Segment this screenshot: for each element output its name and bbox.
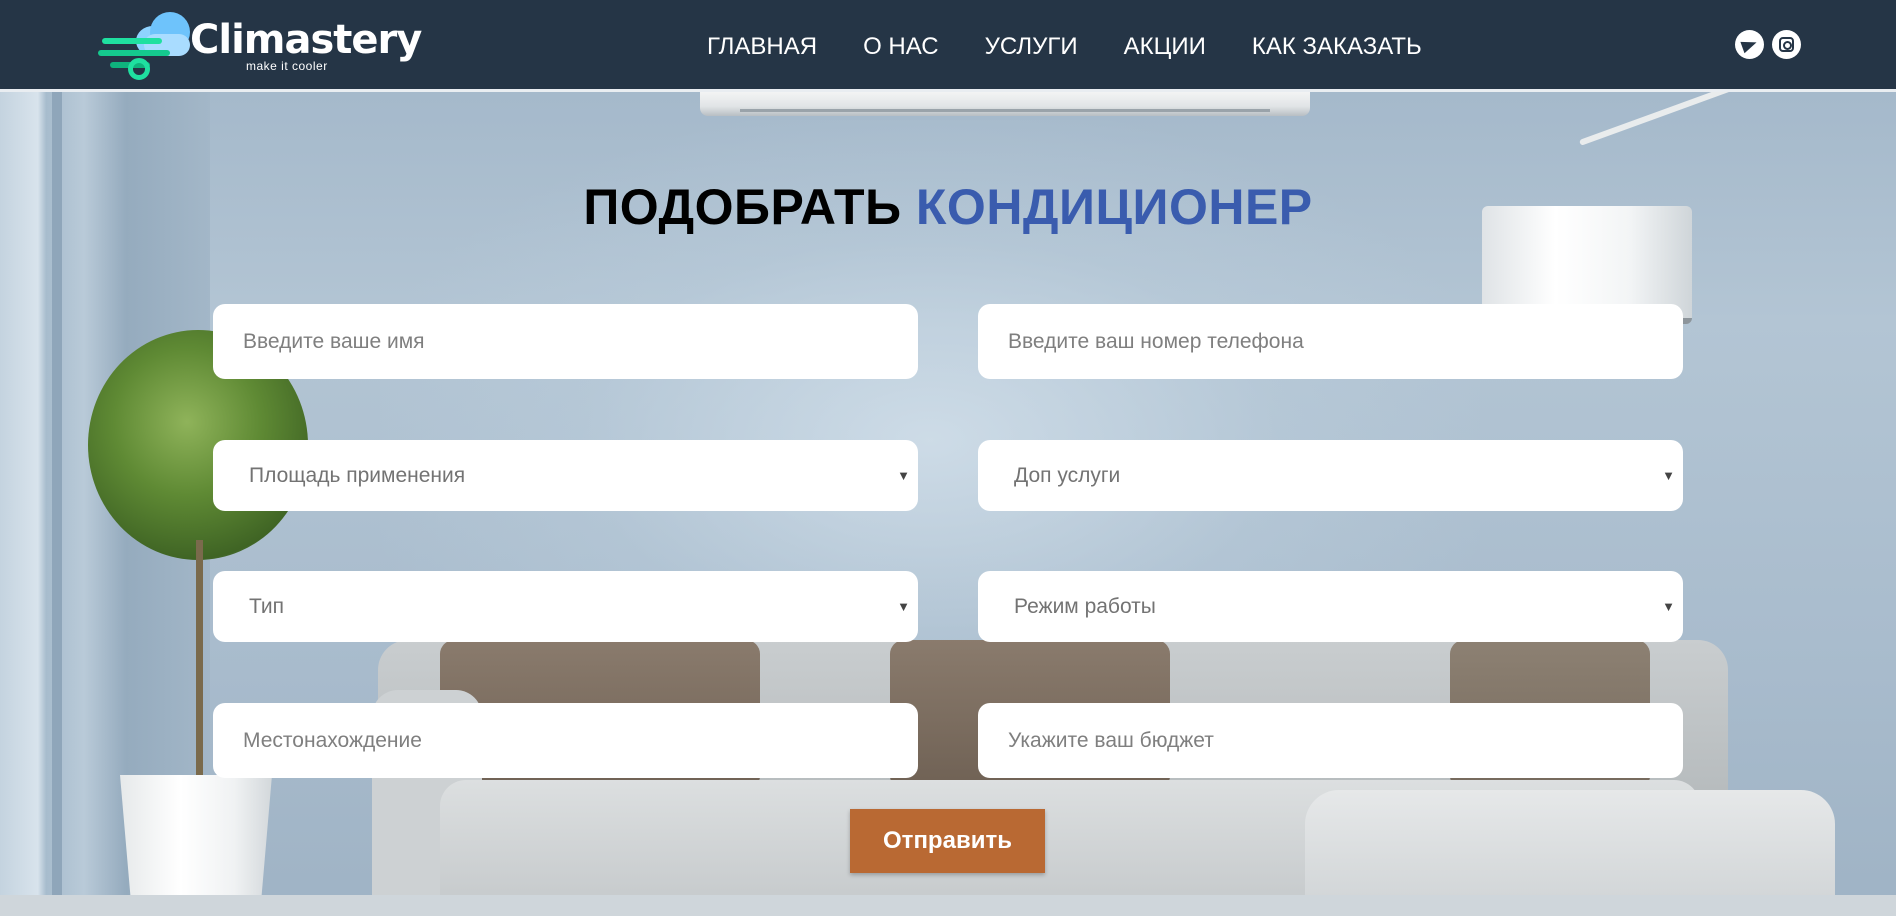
chevron-down-icon: ▼ <box>897 599 910 614</box>
chevron-down-icon: ▼ <box>1662 599 1675 614</box>
form-title: ПОДОБРАТЬ КОНДИЦИОНЕР <box>0 178 1896 236</box>
chevron-down-icon: ▼ <box>897 468 910 483</box>
type-select-value: Тип <box>249 595 285 618</box>
location-field <box>213 703 918 778</box>
wind-icon <box>98 38 178 80</box>
area-select-value: Площадь применения <box>249 464 466 487</box>
budget-input[interactable] <box>978 703 1683 778</box>
nav-item-how-to-order[interactable]: КАК ЗАКАЗАТЬ <box>1252 34 1422 60</box>
social-links <box>1735 30 1801 59</box>
phone-field <box>978 304 1683 379</box>
chevron-down-icon: ▼ <box>1662 468 1675 483</box>
location-input[interactable] <box>213 703 918 778</box>
telegram-icon[interactable] <box>1735 30 1764 59</box>
form-title-part2: КОНДИЦИОНЕР <box>915 179 1313 235</box>
name-field <box>213 304 918 379</box>
nav-item-home[interactable]: ГЛАВНАЯ <box>707 34 817 60</box>
area-select[interactable]: Площадь применения ▼ <box>213 440 918 511</box>
submit-button[interactable]: Отправить <box>850 809 1045 873</box>
brand-tagline: make it cooler <box>246 59 328 73</box>
budget-field <box>978 703 1683 778</box>
extra-services-select[interactable]: Доп услуги ▼ <box>978 440 1683 511</box>
brand-name: Climastery <box>190 17 422 63</box>
phone-input[interactable] <box>978 304 1683 379</box>
mode-select-value: Режим работы <box>1014 595 1156 618</box>
site-logo[interactable]: Climastery make it cooler <box>98 10 422 80</box>
form-title-part1: ПОДОБРАТЬ <box>583 179 902 235</box>
nav-item-services[interactable]: УСЛУГИ <box>985 34 1078 60</box>
extra-services-select-value: Доп услуги <box>1014 464 1121 487</box>
site-header: Climastery make it cooler ГЛАВНАЯ О НАС … <box>0 0 1896 92</box>
type-select[interactable]: Тип ▼ <box>213 571 918 642</box>
nav-item-promotions[interactable]: АКЦИИ <box>1124 34 1206 60</box>
air-conditioner-image <box>700 92 1310 116</box>
nav-item-about[interactable]: О НАС <box>863 34 938 60</box>
main-nav: ГЛАВНАЯ О НАС УСЛУГИ АКЦИИ КАК ЗАКАЗАТЬ <box>707 34 1422 60</box>
mode-select[interactable]: Режим работы ▼ <box>978 571 1683 642</box>
name-input[interactable] <box>213 304 918 379</box>
instagram-icon[interactable] <box>1772 30 1801 59</box>
plant-stem-decor <box>196 540 203 790</box>
floor-decor <box>0 895 1896 916</box>
